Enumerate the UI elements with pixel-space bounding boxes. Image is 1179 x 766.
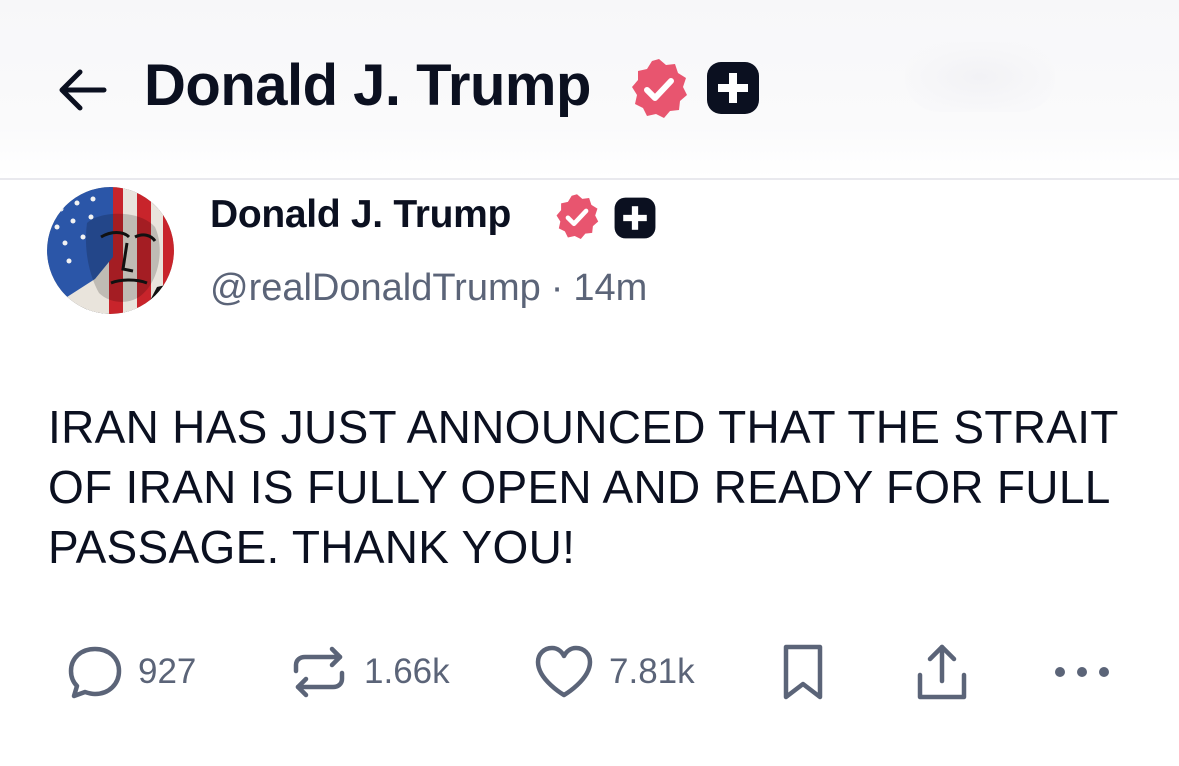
- post-time: 14m: [573, 267, 648, 309]
- reply-icon: [68, 646, 122, 699]
- share-button[interactable]: [912, 640, 972, 704]
- post-meta: @realDonaldTrump · 14m: [210, 265, 647, 311]
- post-actions: 927 1.66k 7.81k: [0, 640, 1179, 710]
- verified-badge-icon: [552, 192, 602, 247]
- like-count: 7.81k: [609, 652, 695, 691]
- back-button[interactable]: [52, 60, 112, 120]
- page-title: Donald J. Trump: [144, 53, 591, 118]
- repost-icon: [293, 646, 345, 698]
- more-dots-icon: [1055, 667, 1109, 677]
- verified-badge-icon: [626, 56, 692, 127]
- like-button[interactable]: 7.81k: [533, 640, 695, 704]
- post-text: IRAN HAS JUST ANNOUNCED THAT THE STRAIT …: [48, 401, 1118, 573]
- plus-badge-icon: [613, 196, 657, 245]
- plus-badge-icon: [705, 60, 761, 121]
- arrow-left-icon: [59, 69, 107, 111]
- reply-count: 927: [138, 652, 197, 691]
- more-options-button[interactable]: [1052, 640, 1112, 704]
- heart-icon: [535, 645, 593, 698]
- share-icon: [917, 644, 967, 700]
- top-bar: Donald J. Trump: [0, 0, 1179, 180]
- author-handle[interactable]: @realDonaldTrump: [210, 267, 541, 309]
- bookmark-icon: [783, 644, 823, 700]
- author-name[interactable]: Donald J. Trump: [210, 192, 511, 238]
- bookmark-button[interactable]: [778, 640, 828, 704]
- meta-separator: ·: [550, 267, 564, 309]
- blurred-header-element: [905, 42, 1055, 112]
- repost-count: 1.66k: [364, 652, 450, 691]
- reply-button[interactable]: 927: [66, 640, 196, 704]
- avatar[interactable]: [47, 187, 174, 314]
- repost-button[interactable]: 1.66k: [288, 640, 450, 704]
